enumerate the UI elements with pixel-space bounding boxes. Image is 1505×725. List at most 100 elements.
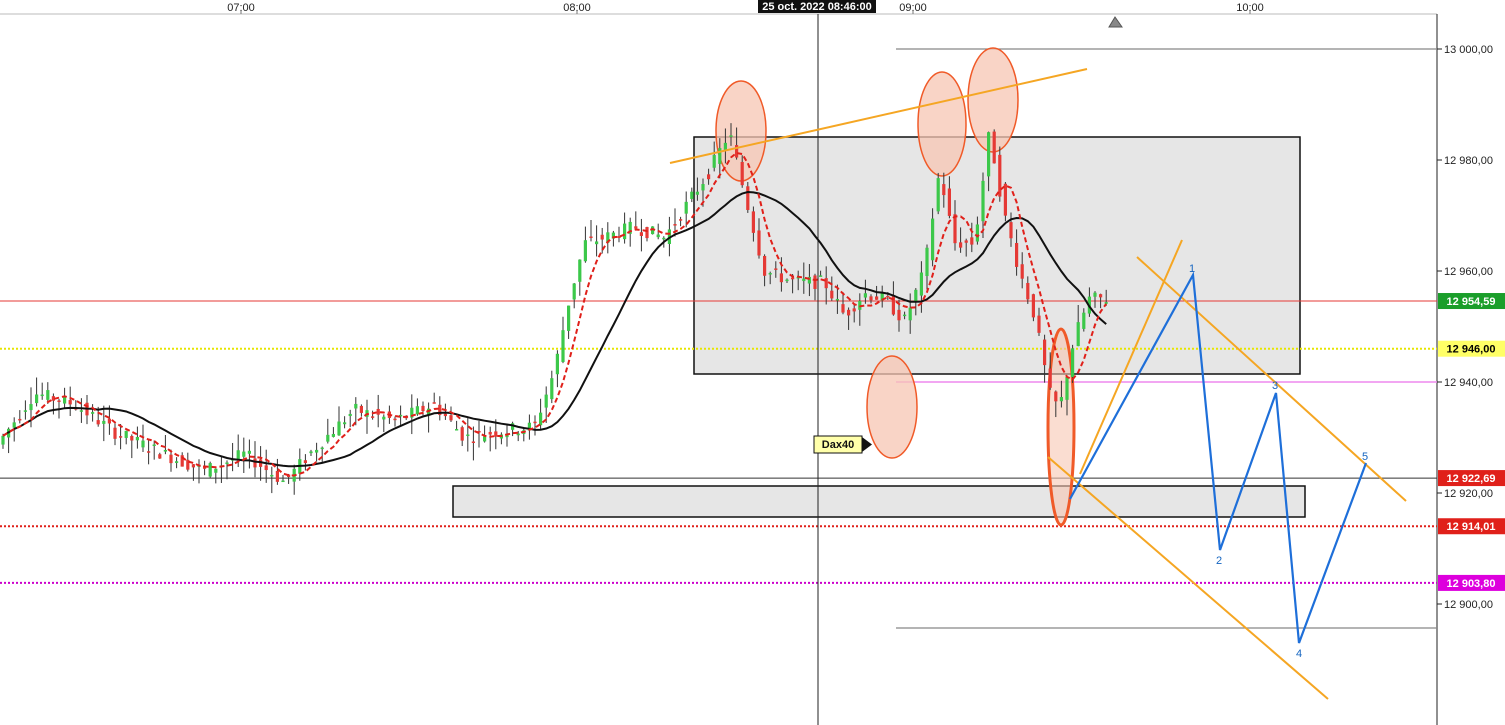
price-tick-label: 12 960,00: [1444, 266, 1493, 278]
candle-body: [555, 353, 559, 375]
candle-body: [791, 277, 795, 280]
candle-body: [1059, 397, 1063, 402]
candle-body: [919, 272, 923, 296]
candle-body: [645, 227, 649, 239]
candle-body: [634, 226, 638, 229]
price-tick-label: 12 980,00: [1444, 155, 1493, 167]
candle-body: [707, 174, 711, 180]
candle-body: [303, 460, 307, 464]
candle-body: [135, 436, 139, 441]
time-axis-bar: [0, 0, 1437, 14]
candle-body: [315, 449, 319, 453]
candle-body: [191, 464, 195, 468]
candle-body: [158, 454, 162, 459]
candle-body: [432, 402, 436, 404]
wave-label-5: 5: [1362, 451, 1368, 463]
candle-body: [443, 413, 447, 417]
time-tick-label: 10:00: [1236, 2, 1264, 14]
candle-body: [964, 240, 968, 243]
candle-body: [975, 224, 979, 242]
candle-body: [275, 470, 279, 482]
candle-body: [942, 184, 946, 196]
highlight-ellipse: [917, 71, 967, 177]
candle-body: [914, 289, 918, 303]
candle-body: [561, 330, 565, 362]
candle-body: [718, 148, 722, 164]
candle-body: [572, 283, 576, 300]
candle-body: [695, 191, 699, 195]
price-chart[interactable]: 07:00 08:00 09:00 10:00 13 000,00 12 980,00 1…: [0, 0, 1505, 725]
candle-body: [247, 450, 251, 454]
candle-body: [746, 186, 750, 210]
candle-body: [1009, 222, 1013, 239]
wave-label-2: 2: [1216, 555, 1222, 567]
candle-body: [449, 415, 453, 421]
candle-body: [12, 422, 16, 428]
lower-support-zone: [452, 485, 1306, 518]
level-label: 12 914,01: [1447, 521, 1496, 533]
candle-body: [124, 430, 128, 438]
candle-body: [214, 468, 218, 473]
candle-body: [107, 418, 111, 424]
candle-body: [886, 295, 890, 298]
price-tick-label: 12 900,00: [1444, 599, 1493, 611]
candle-body: [931, 218, 935, 261]
candle-body: [998, 154, 1002, 197]
candle-body: [1076, 322, 1080, 347]
candle-body: [1037, 315, 1041, 333]
candle-body: [959, 242, 963, 248]
candle-body: [40, 394, 44, 397]
candle-body: [91, 412, 95, 414]
instrument-marker[interactable]: Dax40: [813, 435, 872, 454]
wave-label-4: 4: [1296, 648, 1302, 660]
candle-body: [141, 440, 145, 448]
candle-body: [595, 241, 599, 245]
candle-body: [768, 273, 772, 275]
candle-body: [908, 307, 912, 321]
candle-body: [483, 436, 487, 442]
candle-body: [102, 420, 106, 424]
candle-body: [533, 421, 537, 424]
candle-body: [1054, 391, 1058, 402]
candle-body: [589, 236, 593, 239]
time-tick-label: 08:00: [563, 2, 591, 14]
candle-body: [729, 135, 733, 137]
candle-body: [494, 431, 498, 437]
candle-body: [802, 278, 806, 282]
candle-body: [68, 400, 72, 405]
candle-body: [488, 431, 492, 435]
candle-body: [673, 224, 677, 226]
price-tick-label: 13 000,00: [1444, 44, 1493, 56]
time-tick-label: 07:00: [227, 2, 255, 14]
candle-body: [264, 465, 268, 471]
upper-range-zone: [693, 136, 1301, 375]
candle-body: [819, 275, 823, 277]
candle-body: [371, 416, 375, 418]
candle-body: [623, 223, 627, 240]
candle-body: [1104, 302, 1108, 304]
candle-body: [992, 131, 996, 164]
candle-body: [830, 290, 834, 299]
candle-body: [466, 434, 470, 437]
candle-body: [987, 132, 991, 177]
candle-body: [130, 435, 134, 441]
candle-body: [813, 275, 817, 289]
scroll-marker-icon[interactable]: [1108, 16, 1123, 28]
candle-body: [656, 234, 660, 238]
candle-body: [550, 378, 554, 400]
candle-body: [897, 309, 901, 321]
candle-body: [947, 188, 951, 216]
candle-body: [18, 418, 22, 421]
candle-body: [281, 480, 285, 483]
candle-body: [1099, 294, 1103, 298]
candle-body: [774, 268, 778, 270]
candle-body: [455, 429, 459, 431]
candle-body: [852, 308, 856, 312]
candle-body: [29, 404, 33, 411]
candle-body: [1015, 242, 1019, 267]
candle-body: [253, 458, 257, 468]
candle-body: [23, 410, 27, 412]
candle-body: [925, 247, 929, 277]
candle-body: [779, 273, 783, 283]
candle-body: [382, 416, 386, 420]
